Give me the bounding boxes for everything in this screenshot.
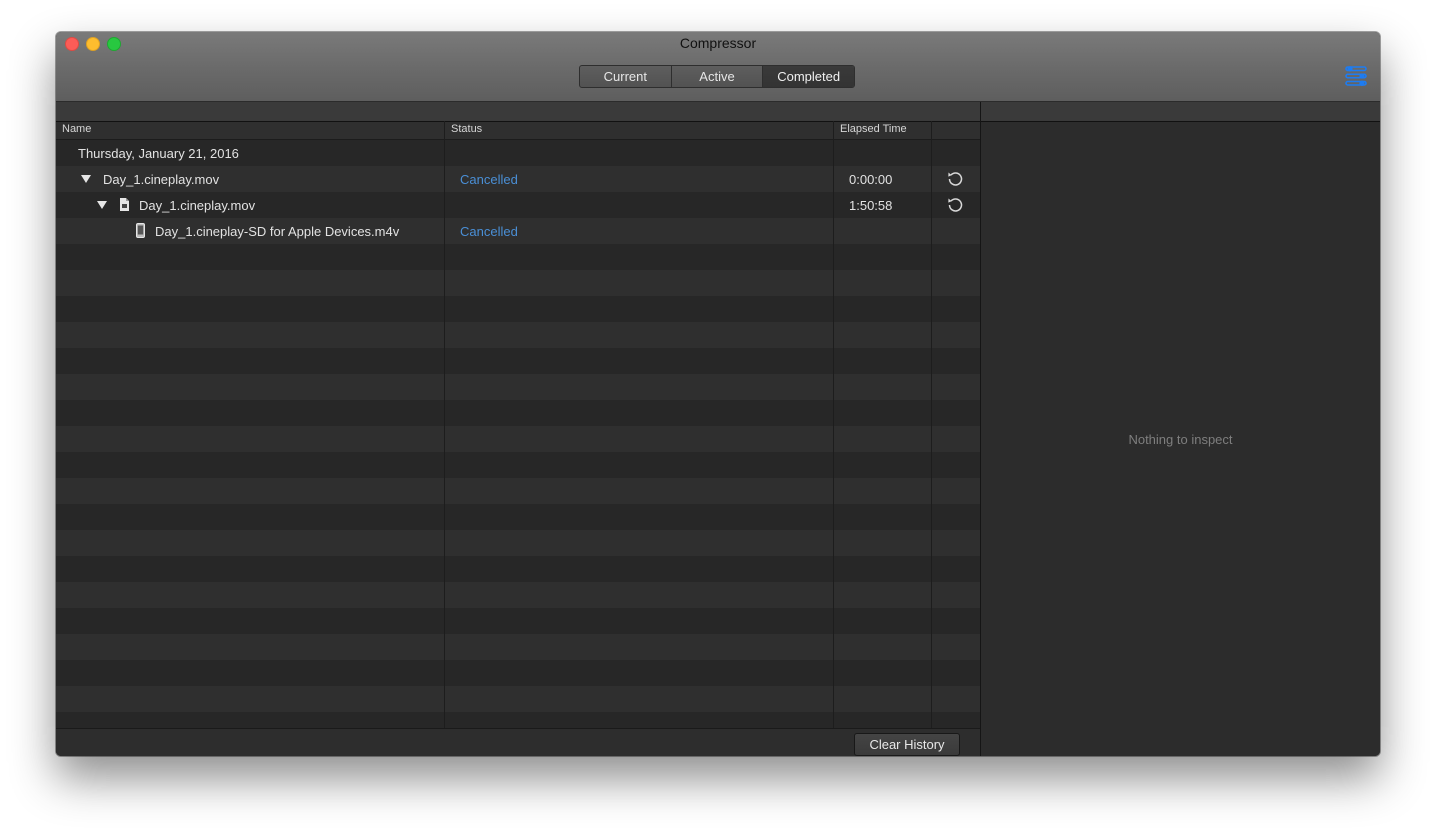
source-elapsed: 1:50:58 xyxy=(849,198,893,213)
column-divider xyxy=(833,121,834,728)
view-segmented-control: Current Active Completed xyxy=(579,65,855,88)
pane-top-bar xyxy=(56,102,980,122)
resubmit-icon[interactable] xyxy=(946,196,964,214)
titlebar: Compressor Current Active Completed xyxy=(56,32,1380,102)
inspector-top-bar xyxy=(981,102,1380,122)
date-group-row: Thursday, January 21, 2016 xyxy=(56,140,980,166)
settings-icon[interactable] xyxy=(1344,64,1370,88)
batch-history-pane: Name Status Elapsed Time Thursday, Janua… xyxy=(56,102,980,756)
table-row[interactable]: Day_1.cineplay-SD for Apple Devices.m4v … xyxy=(56,218,980,244)
disclosure-triangle-icon[interactable] xyxy=(97,201,107,209)
source-name: Day_1.cineplay.mov xyxy=(139,198,256,213)
column-header: Name Status Elapsed Time xyxy=(56,122,980,140)
resubmit-icon[interactable] xyxy=(946,170,964,188)
document-icon xyxy=(120,198,129,211)
column-divider xyxy=(931,121,932,728)
clear-history-button[interactable]: Clear History xyxy=(854,733,960,756)
column-divider xyxy=(444,121,445,728)
inspector-pane: Nothing to inspect xyxy=(981,102,1380,756)
job-status: Cancelled xyxy=(460,172,518,187)
job-name: Day_1.cineplay.mov xyxy=(103,172,220,187)
history-footer: Clear History xyxy=(56,728,980,756)
tab-current[interactable]: Current xyxy=(580,66,672,87)
compressor-window: Compressor Current Active Completed Name… xyxy=(56,32,1380,756)
column-header-elapsed[interactable]: Elapsed Time xyxy=(840,123,907,135)
tab-completed[interactable]: Completed xyxy=(763,66,854,87)
tab-active[interactable]: Active xyxy=(672,66,764,87)
table-row[interactable]: Day_1.cineplay.mov Cancelled 0:00:00 xyxy=(56,166,980,192)
output-name: Day_1.cineplay-SD for Apple Devices.m4v xyxy=(155,224,400,239)
disclosure-triangle-icon[interactable] xyxy=(81,175,91,183)
history-table: Thursday, January 21, 2016 Day_1.cinepla… xyxy=(56,140,980,728)
output-status: Cancelled xyxy=(460,224,518,239)
inspector-empty-label: Nothing to inspect xyxy=(1128,432,1233,447)
date-group-label: Thursday, January 21, 2016 xyxy=(78,146,239,161)
window-title: Compressor xyxy=(679,35,757,51)
column-header-status[interactable]: Status xyxy=(451,123,482,135)
job-elapsed: 0:00:00 xyxy=(849,172,893,187)
column-header-name[interactable]: Name xyxy=(62,123,91,135)
table-row[interactable]: Day_1.cineplay.mov 1:50:58 xyxy=(56,192,980,218)
device-icon xyxy=(136,223,145,238)
